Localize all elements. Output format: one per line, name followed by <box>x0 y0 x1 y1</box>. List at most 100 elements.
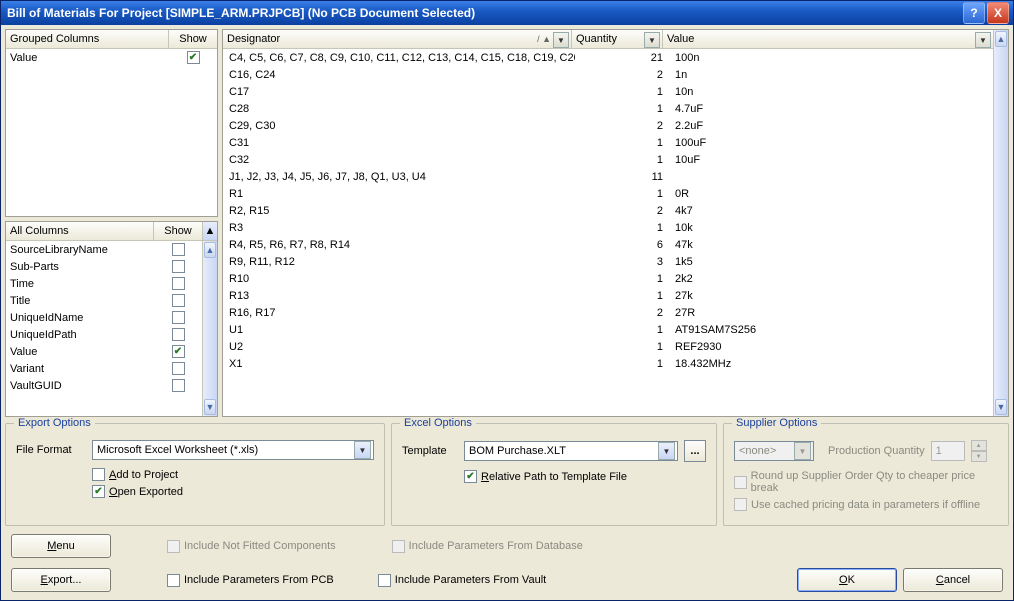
allcols-row-checkbox[interactable] <box>172 379 185 392</box>
col-filter-designator[interactable]: ▼ <box>553 32 569 48</box>
grouped-header-label[interactable]: Grouped Columns <box>6 30 169 48</box>
cell-designator: C32 <box>223 154 575 166</box>
all-columns-panel: All Columns Show ▲ SourceLibraryName Sub-… <box>5 221 218 417</box>
spin-down-icon: ▼ <box>971 451 987 462</box>
table-row[interactable]: R3110k <box>223 219 993 236</box>
table-row[interactable]: C2814.7uF <box>223 100 993 117</box>
cell-quantity: 2 <box>575 205 669 217</box>
col-filter-value[interactable]: ▼ <box>975 32 991 48</box>
allcols-row-checkbox[interactable] <box>172 260 185 273</box>
chevron-down-icon[interactable]: ▼ <box>354 441 371 459</box>
table-row[interactable]: R9, R11, R1231k5 <box>223 253 993 270</box>
allcols-row[interactable]: VaultGUID <box>6 377 202 394</box>
col-header-value[interactable]: Value ▼ <box>663 30 993 48</box>
allcols-header-show[interactable]: Show <box>154 222 203 240</box>
use-cached-label: Use cached pricing data in parameters if… <box>751 499 980 511</box>
allcols-row-checkbox[interactable] <box>172 328 185 341</box>
col-header-quantity-label: Quantity <box>576 33 617 45</box>
cell-quantity: 11 <box>575 171 669 183</box>
open-exported-checkbox[interactable]: ✔ <box>92 485 105 498</box>
include-pcb-checkbox[interactable] <box>167 574 180 587</box>
table-row[interactable]: R13127k <box>223 287 993 304</box>
template-label: Template <box>402 445 458 457</box>
allcols-scrollbar[interactable]: ▲ ▼ <box>202 241 217 416</box>
file-format-combo[interactable]: Microsoft Excel Worksheet (*.xls) ▼ <box>92 440 374 460</box>
col-header-designator-label: Designator <box>227 33 280 45</box>
allcols-row-checkbox[interactable] <box>172 243 185 256</box>
grouped-columns-panel: Grouped Columns Show Value✔ <box>5 29 218 217</box>
export-button[interactable]: Export... <box>11 568 111 592</box>
scroll-down-icon[interactable]: ▼ <box>204 399 216 415</box>
table-row[interactable]: R16, R17227R <box>223 304 993 321</box>
table-row[interactable]: R4, R5, R6, R7, R8, R14647k <box>223 236 993 253</box>
allcols-row[interactable]: Variant <box>6 360 202 377</box>
cell-quantity: 1 <box>575 324 669 336</box>
prod-qty-input: 1 <box>931 441 965 461</box>
table-row[interactable]: X1118.432MHz <box>223 355 993 372</box>
allcols-row[interactable]: UniqueIdPath <box>6 326 202 343</box>
allcols-row-label: Sub-Parts <box>6 261 154 273</box>
table-row[interactable]: U11AT91SAM7S256 <box>223 321 993 338</box>
table-row[interactable]: C17110n <box>223 83 993 100</box>
close-button[interactable]: X <box>987 2 1009 24</box>
scroll-down-icon[interactable]: ▼ <box>995 399 1007 415</box>
grouped-row[interactable]: Value✔ <box>6 49 217 66</box>
col-header-designator[interactable]: Designator / ▲ ▼ <box>223 30 572 48</box>
col-filter-quantity[interactable]: ▼ <box>644 32 660 48</box>
table-row[interactable]: C16, C2421n <box>223 66 993 83</box>
cell-designator: C29, C30 <box>223 120 575 132</box>
table-row[interactable]: C32110uF <box>223 151 993 168</box>
use-cached-checkbox <box>734 498 747 511</box>
allcols-row[interactable]: Value✔ <box>6 343 202 360</box>
cell-quantity: 1 <box>575 341 669 353</box>
allcols-row[interactable]: UniqueIdName <box>6 309 202 326</box>
round-up-checkbox <box>734 476 747 489</box>
table-row[interactable]: C4, C5, C6, C7, C8, C9, C10, C11, C12, C… <box>223 49 993 66</box>
ok-button[interactable]: OK <box>797 568 897 592</box>
cell-designator: C31 <box>223 137 575 149</box>
scroll-up-icon[interactable]: ▲ <box>204 242 216 258</box>
allcols-row[interactable]: Title <box>6 292 202 309</box>
scroll-up-icon[interactable]: ▲ <box>995 31 1007 47</box>
template-browse-button[interactable]: ... <box>684 440 706 462</box>
cell-designator: C4, C5, C6, C7, C8, C9, C10, C11, C12, C… <box>223 52 575 64</box>
table-row[interactable]: R1012k2 <box>223 270 993 287</box>
allcols-row-checkbox[interactable]: ✔ <box>172 345 185 358</box>
window-title: Bill of Materials For Project [SIMPLE_AR… <box>7 6 963 20</box>
allcols-row[interactable]: Time <box>6 275 202 292</box>
relative-path-checkbox[interactable]: ✔ <box>464 470 477 483</box>
allcols-row[interactable]: Sub-Parts <box>6 258 202 275</box>
allcols-header-label[interactable]: All Columns <box>6 222 154 240</box>
bom-dialog: Bill of Materials For Project [SIMPLE_AR… <box>0 0 1014 601</box>
allcols-scroll-up-hdr[interactable]: ▲ <box>203 222 217 240</box>
allcols-row-checkbox[interactable] <box>172 277 185 290</box>
grouped-row-checkbox[interactable]: ✔ <box>187 51 200 64</box>
col-header-quantity[interactable]: Quantity ▼ <box>572 30 663 48</box>
template-combo[interactable]: BOM Purchase.XLT ▼ <box>464 441 678 461</box>
cell-quantity: 1 <box>575 188 669 200</box>
allcols-row-checkbox[interactable] <box>172 294 185 307</box>
cell-value: 100uF <box>669 137 993 149</box>
table-row[interactable]: R110R <box>223 185 993 202</box>
main-scrollbar[interactable]: ▲ ▼ <box>993 30 1008 416</box>
table-row[interactable]: J1, J2, J3, J4, J5, J6, J7, J8, Q1, U3, … <box>223 168 993 185</box>
cell-value: 27R <box>669 307 993 319</box>
allcols-row[interactable]: SourceLibraryName <box>6 241 202 258</box>
add-to-project-checkbox[interactable] <box>92 468 105 481</box>
table-row[interactable]: C29, C3022.2uF <box>223 117 993 134</box>
cell-designator: U1 <box>223 324 575 336</box>
allcols-row-checkbox[interactable] <box>172 362 185 375</box>
cancel-button[interactable]: Cancel <box>903 568 1003 592</box>
allcols-row-checkbox[interactable] <box>172 311 185 324</box>
cell-quantity: 1 <box>575 273 669 285</box>
table-row[interactable]: R2, R1524k7 <box>223 202 993 219</box>
chevron-down-icon[interactable]: ▼ <box>658 442 675 460</box>
cell-value: 1k5 <box>669 256 993 268</box>
table-row[interactable]: U21REF2930 <box>223 338 993 355</box>
include-vault-checkbox[interactable] <box>378 574 391 587</box>
help-button[interactable]: ? <box>963 2 985 24</box>
grouped-header-show[interactable]: Show <box>169 30 217 48</box>
titlebar[interactable]: Bill of Materials For Project [SIMPLE_AR… <box>1 1 1013 25</box>
table-row[interactable]: C311100uF <box>223 134 993 151</box>
menu-button[interactable]: Menu <box>11 534 111 558</box>
